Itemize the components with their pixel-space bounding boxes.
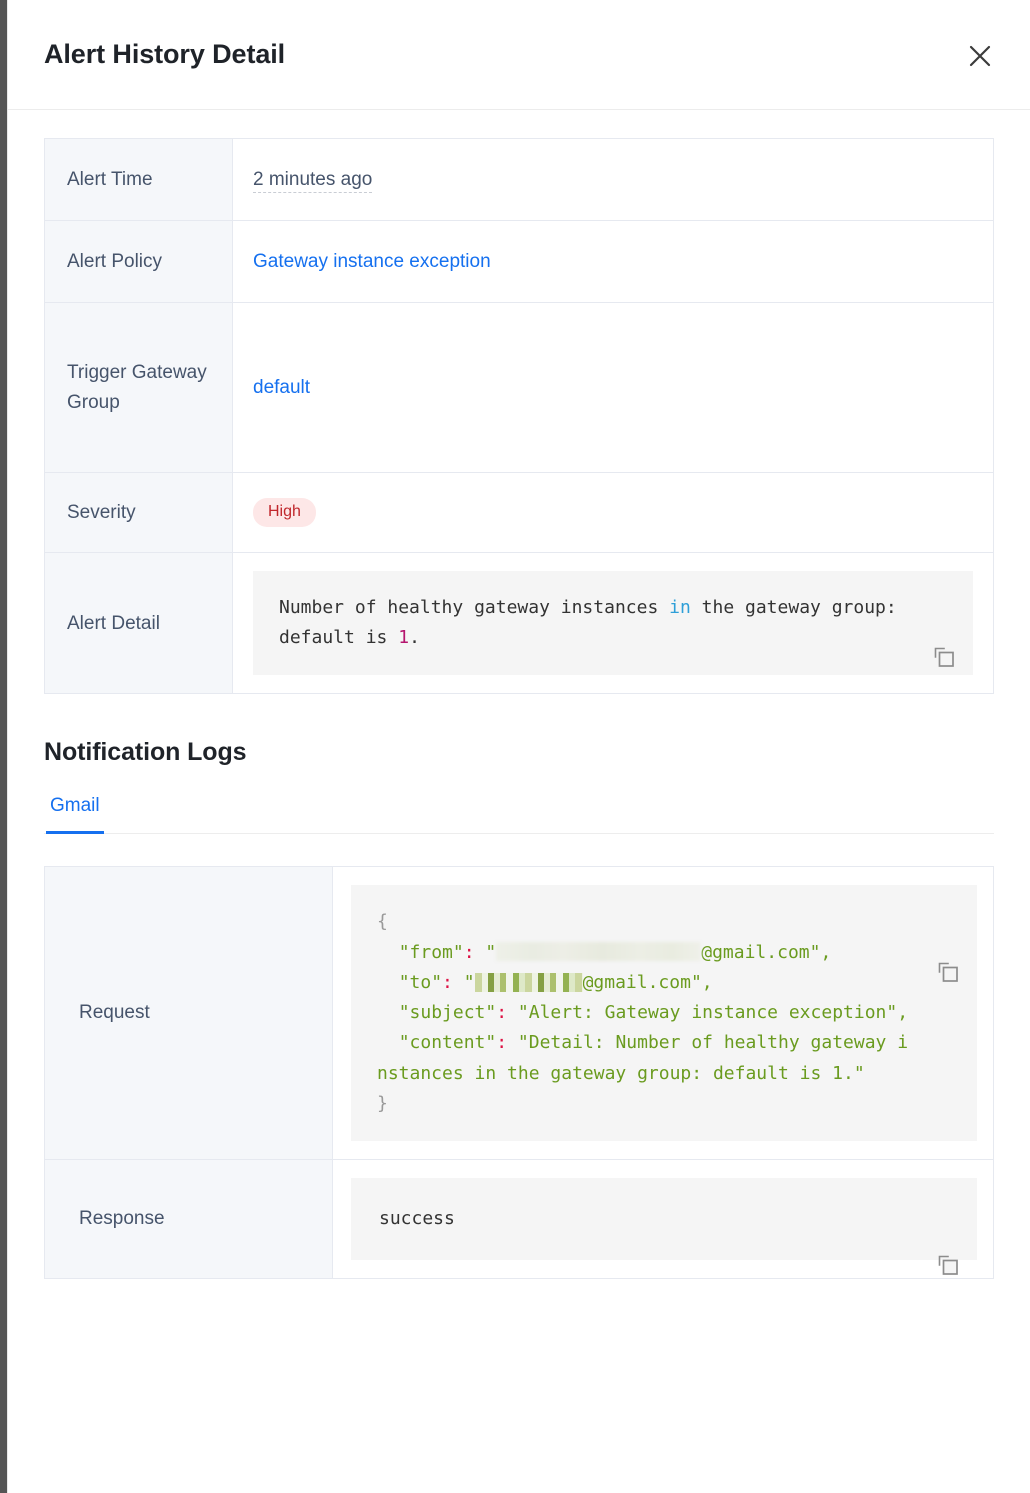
alert-detail-seg1: Number of healthy gateway instances [279, 597, 670, 618]
table-row: Alert Time 2 minutes ago [44, 138, 994, 221]
close-button[interactable] [960, 36, 1000, 76]
value-request: { "from": " @gmail.com", "to": " @gmail.co… [332, 866, 994, 1160]
json-key-from: "from" [398, 941, 464, 963]
json-key-subject: "subject" [398, 1002, 497, 1024]
notification-logs-table: Request { "from": " @gmail.com", "to": " @… [44, 866, 994, 1280]
alert-time-text: 2 minutes ago [253, 168, 373, 193]
json-value-to-suffix: @gmail.com", [582, 971, 713, 993]
table-row: Alert Detail Number of healthy gateway i… [44, 552, 994, 694]
label-response: Response [44, 1159, 333, 1279]
table-row: Alert Policy Gateway instance exception [44, 220, 994, 303]
label-request: Request [44, 866, 333, 1160]
status-badge: High [253, 498, 316, 527]
value-trigger-gateway-group: default [232, 302, 994, 473]
alert-detail-table: Alert Time 2 minutes ago Alert Policy Ga… [44, 138, 994, 695]
alert-policy-link[interactable]: Gateway instance exception [253, 251, 491, 272]
alert-detail-number: 1 [398, 627, 410, 649]
json-colon-3: : [496, 1002, 508, 1024]
response-text: success [379, 1208, 455, 1230]
json-key-content: "content" [398, 1032, 497, 1054]
json-close-brace: } [377, 1092, 388, 1114]
label-alert-policy: Alert Policy [44, 220, 233, 303]
value-alert-detail: Number of healthy gateway instances in t… [232, 552, 994, 694]
close-icon [967, 43, 993, 69]
modal-body: Alert Time 2 minutes ago Alert Policy Ga… [8, 110, 1030, 1280]
alert-detail-seg3: . [409, 627, 420, 649]
notification-logs-title: Notification Logs [44, 738, 247, 767]
table-row: Request { "from": " @gmail.com", "to": " @… [44, 866, 994, 1160]
value-alert-time: 2 minutes ago [232, 138, 994, 221]
copy-icon[interactable] [935, 899, 961, 982]
json-quote-2: " [463, 971, 475, 993]
window-edge-strip [0, 0, 7, 1493]
label-alert-time: Alert Time [44, 138, 233, 221]
json-colon-4: : [496, 1032, 508, 1054]
trigger-gateway-group-link[interactable]: default [253, 377, 310, 398]
json-value-subject: "Alert: Gateway instance exception", [517, 1002, 909, 1024]
value-severity: High [232, 472, 994, 553]
alert-detail-code-block: Number of healthy gateway instances in t… [253, 571, 973, 676]
request-code-block: { "from": " @gmail.com", "to": " @gmail.co… [351, 885, 977, 1142]
copy-icon[interactable] [931, 585, 957, 668]
json-colon-2: : [442, 971, 453, 993]
redacted-to-email [474, 972, 583, 992]
table-row: Response success [44, 1159, 994, 1279]
json-quote-1: " [485, 941, 497, 963]
redacted-from-email [496, 941, 702, 961]
json-colon-1: : [463, 941, 475, 963]
page-title: Alert History Detail [44, 39, 286, 69]
alert-history-detail-modal: Alert History Detail Alert Time 2 minute… [7, 0, 1030, 1493]
label-alert-detail: Alert Detail [44, 552, 233, 694]
value-response: success [332, 1159, 994, 1279]
tab-gmail[interactable]: Gmail [46, 795, 104, 835]
label-severity: Severity [44, 472, 233, 553]
table-row: Trigger Gateway Group default [44, 302, 994, 473]
value-alert-policy: Gateway instance exception [232, 220, 994, 303]
label-trigger-gateway-group: Trigger Gateway Group [44, 302, 233, 473]
table-row: Severity High [44, 472, 994, 553]
json-open-brace: { [377, 911, 388, 933]
modal-header: Alert History Detail [8, 0, 1030, 110]
copy-icon[interactable] [935, 1192, 961, 1275]
alert-detail-keyword-in: in [669, 597, 691, 618]
json-value-from-suffix: @gmail.com", [701, 941, 832, 963]
notification-logs-tabs: Gmail [44, 795, 994, 835]
json-key-to: "to" [398, 971, 443, 993]
response-code-block: success [351, 1178, 977, 1275]
